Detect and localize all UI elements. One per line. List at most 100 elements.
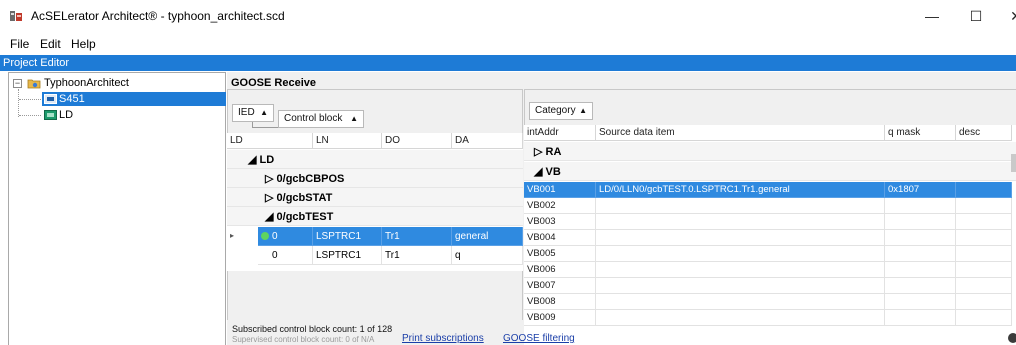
menu-file[interactable]: File (10, 37, 29, 51)
cell-qmask (885, 198, 956, 214)
table-row[interactable]: 0 LSPTRC1 Tr1 q (227, 246, 523, 265)
cell-desc (956, 182, 1012, 198)
cell-source (596, 310, 885, 326)
cell-intaddr: VB002 (524, 198, 596, 214)
group-row-label: ▷ 0/gcbSTAT (265, 192, 333, 204)
group-row-ra[interactable]: ▷ RA (524, 142, 1016, 161)
cell-desc (956, 198, 1012, 214)
cell-qmask (885, 294, 956, 310)
cell-ld-text: 0 (272, 250, 278, 261)
close-button[interactable]: ✕ (998, 4, 1016, 28)
cell-ld-text: 0 (272, 231, 278, 242)
supervised-count-text: Supervised control block count: 0 of N/A (232, 335, 375, 344)
tree-item-ld[interactable]: LD (59, 109, 73, 121)
cell-desc (956, 310, 1012, 326)
sort-asc-icon: ▲ (350, 114, 358, 123)
cell-da: general (452, 227, 523, 246)
cell-intaddr: VB004 (524, 230, 596, 246)
maximize-button[interactable]: ☐ (958, 4, 994, 28)
table-row[interactable]: VB008 (524, 294, 1016, 310)
table-row[interactable]: VB002 (524, 198, 1016, 214)
group-chip-label: IED (238, 107, 255, 118)
goose-filtering-link[interactable]: GOOSE filtering (503, 333, 575, 344)
table-row[interactable]: VB006 (524, 262, 1016, 278)
group-row-gcbtest[interactable]: ◢ 0/gcbTEST (227, 207, 523, 226)
cell-ld: 0 (258, 227, 313, 246)
cell-desc (956, 214, 1012, 230)
cell-intaddr: VB005 (524, 246, 596, 262)
tree-root-label[interactable]: TyphoonArchitect (44, 77, 129, 89)
cell-intaddr: VB007 (524, 278, 596, 294)
group-row-ld[interactable]: ◢ LD (227, 150, 523, 169)
group-connector (252, 122, 278, 128)
sort-asc-icon: ▲ (579, 106, 587, 115)
tree-connector (19, 99, 41, 100)
project-editor-bar: Project Editor (0, 55, 1016, 71)
vertical-scrollbar[interactable] (1011, 154, 1016, 172)
cell-qmask (885, 278, 956, 294)
column-header-source[interactable]: Source data item (596, 125, 885, 141)
project-tree: − TyphoonArchitect S451 LD (8, 72, 226, 345)
group-chip-ied[interactable]: IED ▲ (232, 104, 274, 122)
title-bar: AcSELerator Architect® - typhoon_archite… (0, 0, 1016, 32)
group-chip-label: Control block (284, 113, 343, 124)
column-header-intaddr[interactable]: intAddr (524, 125, 596, 141)
print-subscriptions-link[interactable]: Print subscriptions (402, 333, 484, 344)
column-header-do[interactable]: DO (382, 133, 452, 149)
column-header-ln[interactable]: LN (313, 133, 382, 149)
cell-source (596, 198, 885, 214)
table-row[interactable]: VB009 (524, 310, 1016, 326)
group-row-label: ▷ 0/gcbCBPOS (265, 173, 345, 185)
table-row[interactable]: VB003 (524, 214, 1016, 230)
minimize-button[interactable]: — (914, 4, 950, 28)
cell-qmask: 0x1807 (885, 182, 956, 198)
group-by-area: IED ▲ Control block ▲ (228, 90, 522, 132)
cell-source: LD/0/LLN0/gcbTEST.0.LSPTRC1.Tr1.general (596, 182, 885, 198)
group-chip-control-block[interactable]: Control block ▲ (278, 110, 364, 128)
group-chip-label: Category (535, 105, 576, 116)
menu-help[interactable]: Help (71, 37, 96, 51)
cell-intaddr: VB009 (524, 310, 596, 326)
group-chip-category[interactable]: Category ▲ (529, 102, 593, 120)
menu-bar: File Edit Help (0, 32, 1016, 54)
tree-item-label: S451 (59, 93, 85, 105)
group-row-label: ◢ VB (534, 166, 561, 178)
cell-ld: 0 (258, 246, 313, 265)
cell-qmask (885, 262, 956, 278)
group-row-vb[interactable]: ◢ VB (524, 162, 1016, 181)
cell-desc (956, 294, 1012, 310)
table-row[interactable]: VB005 (524, 246, 1016, 262)
menu-edit[interactable]: Edit (40, 37, 61, 51)
group-row-label: ◢ LD (248, 154, 275, 166)
cell-source (596, 262, 885, 278)
cell-qmask (885, 310, 956, 326)
cell-qmask (885, 246, 956, 262)
mapping-grid: intAddr Source data item q mask desc ▷ R… (524, 125, 1016, 345)
cell-do: Tr1 (382, 227, 452, 246)
cell-source (596, 214, 885, 230)
logical-device-icon (44, 110, 57, 120)
table-row[interactable]: ▸ 0 LSPTRC1 Tr1 general (227, 227, 523, 246)
group-row-gcbstat[interactable]: ▷ 0/gcbSTAT (227, 188, 523, 207)
collapse-toggle-icon[interactable]: − (13, 79, 22, 88)
table-row[interactable]: VB007 (524, 278, 1016, 294)
column-header-ld[interactable]: LD (227, 133, 313, 149)
cell-desc (956, 262, 1012, 278)
column-header-qmask[interactable]: q mask (885, 125, 956, 141)
table-row[interactable]: VB004 (524, 230, 1016, 246)
cell-desc (956, 230, 1012, 246)
cell-intaddr: VB008 (524, 294, 596, 310)
cell-qmask (885, 230, 956, 246)
project-folder-icon (27, 79, 41, 89)
tree-connector (19, 115, 41, 116)
subscription-grid: LD LN DO DA ◢ LD ▷ 0/gcbCBPOS ▷ 0/gcbSTA… (227, 133, 523, 271)
cell-do: Tr1 (382, 246, 452, 265)
group-row-gcbcbpos[interactable]: ▷ 0/gcbCBPOS (227, 169, 523, 188)
table-row[interactable]: VB001 LD/0/LLN0/gcbTEST.0.LSPTRC1.Tr1.gen… (524, 182, 1016, 198)
help-icon[interactable] (1008, 333, 1016, 343)
column-header-desc[interactable]: desc (956, 125, 1012, 141)
row-pointer-icon: ▸ (230, 231, 235, 240)
cell-source (596, 230, 885, 246)
column-header-da[interactable]: DA (452, 133, 523, 149)
status-dot-icon (261, 232, 269, 240)
